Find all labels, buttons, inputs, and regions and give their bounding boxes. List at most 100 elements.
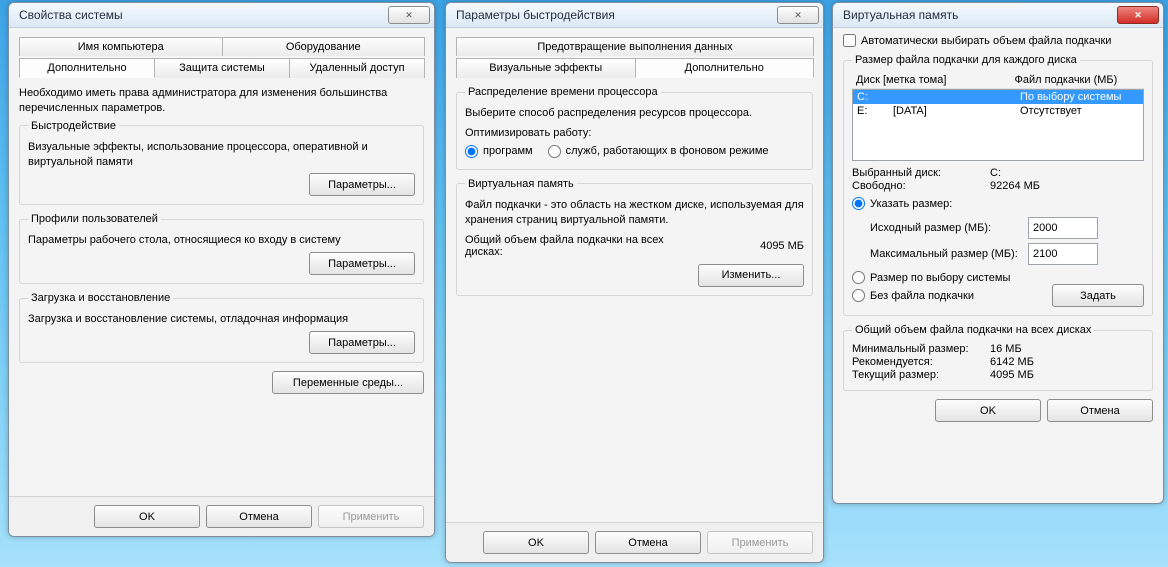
profiles-settings-button[interactable]: Параметры... (309, 252, 415, 275)
group-title: Размер файла подкачки для каждого диска (852, 54, 1080, 66)
optimize-label: Оптимизировать работу: (465, 127, 804, 139)
group-title: Общий объем файла подкачки на всех диска… (852, 324, 1094, 336)
cell-drive: C: (853, 90, 889, 104)
initial-size-label: Исходный размер (МБ): (870, 222, 1020, 234)
tab-advanced[interactable]: Дополнительно (19, 58, 155, 78)
free-space-label: Свободно: (852, 180, 982, 192)
no-paging-radio[interactable]: Без файла подкачки (852, 289, 974, 302)
max-size-input[interactable] (1028, 243, 1098, 265)
content: Предотвращение выполнения данных Визуаль… (446, 28, 823, 522)
per-drive-group: Размер файла подкачки для каждого диска … (843, 54, 1153, 316)
change-button[interactable]: Изменить... (698, 264, 804, 287)
group-desc: Параметры рабочего стола, относящиеся ко… (28, 233, 415, 248)
dialog-buttons: OK Отмена Применить (446, 522, 823, 562)
window-title: Виртуальная память (843, 8, 1113, 22)
close-icon[interactable]: ✕ (388, 6, 430, 24)
checkbox-input[interactable] (843, 34, 856, 47)
tabs: Имя компьютера Оборудование Дополнительн… (19, 34, 424, 78)
total-paging-label: Общий объем файла подкачки на всех диска… (465, 234, 685, 258)
cell-label: [DATA] (889, 104, 1016, 118)
tabs: Предотвращение выполнения данных Визуаль… (456, 34, 813, 78)
cell-pf: По выбору системы (1016, 90, 1143, 104)
rec-label: Рекомендуется: (852, 356, 982, 368)
tab-advanced[interactable]: Дополнительно (635, 58, 815, 78)
system-properties-window: Свойства системы ✕ Имя компьютера Оборуд… (8, 2, 435, 537)
min-value: 16 МБ (990, 343, 1022, 355)
titlebar: Виртуальная память ✕ (833, 3, 1163, 28)
auto-manage-checkbox[interactable]: Автоматически выбирать объем файла подка… (843, 34, 1111, 47)
initial-size-input[interactable] (1028, 217, 1098, 239)
selected-drive-value: C: (990, 167, 1001, 179)
radio-label: Без файла подкачки (870, 290, 974, 302)
optimize-programs-radio[interactable]: программ (465, 145, 533, 158)
list-header: Диск [метка тома] Файл подкачки (МБ) (852, 72, 1144, 89)
tab-dep[interactable]: Предотвращение выполнения данных (456, 37, 814, 56)
tab-hardware[interactable]: Оборудование (222, 37, 426, 56)
apply-button[interactable]: Применить (707, 531, 813, 554)
max-size-label: Максимальный размер (МБ): (870, 248, 1020, 260)
group-title: Профили пользователей (28, 213, 161, 225)
free-space-value: 92264 МБ (990, 180, 1040, 192)
total-paging-value: 4095 МБ (760, 240, 804, 252)
group-title: Виртуальная память (465, 178, 577, 190)
cancel-button[interactable]: Отмена (595, 531, 701, 554)
close-icon[interactable]: ✕ (1117, 6, 1159, 24)
titlebar: Параметры быстродействия ✕ (446, 3, 823, 28)
group-desc: Выберите способ распределения ресурсов п… (465, 106, 804, 121)
group-desc: Визуальные эффекты, использование процес… (28, 140, 415, 170)
titlebar: Свойства системы ✕ (9, 3, 434, 28)
group-title: Загрузка и восстановление (28, 292, 173, 304)
tab-remote[interactable]: Удаленный доступ (289, 58, 425, 78)
col-paging: Файл подкачки (МБ) (1011, 72, 1144, 88)
optimize-services-radio[interactable]: служб, работающих в фоновом режиме (548, 145, 769, 158)
cancel-button[interactable]: Отмена (1047, 399, 1153, 422)
radio-input[interactable] (548, 145, 561, 158)
startup-recovery-group: Загрузка и восстановление Загрузка и вос… (19, 292, 424, 363)
radio-input[interactable] (852, 197, 865, 210)
group-desc: Файл подкачки - это область на жестком д… (465, 198, 804, 228)
radio-input[interactable] (852, 289, 865, 302)
env-vars-button[interactable]: Переменные среды... (272, 371, 424, 394)
rec-value: 6142 МБ (990, 356, 1034, 368)
close-icon[interactable]: ✕ (777, 6, 819, 24)
tab-system-protection[interactable]: Защита системы (154, 58, 290, 78)
intro-text: Необходимо иметь права администратора дл… (19, 86, 424, 116)
dialog-buttons: OK Отмена Применить (9, 496, 434, 536)
group-desc: Загрузка и восстановление системы, отлад… (28, 312, 415, 327)
cell-pf: Отсутствует (1016, 104, 1143, 118)
system-managed-radio[interactable]: Размер по выбору системы (852, 271, 1132, 284)
radio-label: программ (483, 145, 533, 157)
checkbox-label: Автоматически выбирать объем файла подка… (861, 35, 1111, 47)
custom-size-radio[interactable]: Указать размер: (852, 197, 952, 210)
radio-input[interactable] (852, 271, 865, 284)
tab-visual-effects[interactable]: Визуальные эффекты (456, 58, 636, 78)
ok-button[interactable]: OK (94, 505, 200, 528)
radio-input[interactable] (465, 145, 478, 158)
cancel-button[interactable]: Отмена (206, 505, 312, 528)
totals-group: Общий объем файла подкачки на всех диска… (843, 324, 1153, 391)
cell-label (889, 90, 1016, 104)
group-title: Быстродействие (28, 120, 119, 132)
radio-label: Указать размер: (870, 198, 952, 210)
col-drive: Диск [метка тома] (852, 72, 1011, 88)
set-button[interactable]: Задать (1052, 284, 1144, 307)
tab-computer-name[interactable]: Имя компьютера (19, 37, 223, 56)
processor-scheduling-group: Распределение времени процессора Выберит… (456, 86, 813, 170)
ok-button[interactable]: OK (935, 399, 1041, 422)
radio-label: Размер по выбору системы (870, 272, 1010, 284)
cell-drive: E: (853, 104, 889, 118)
startup-settings-button[interactable]: Параметры... (309, 331, 415, 354)
list-row[interactable]: E: [DATA] Отсутствует (853, 104, 1143, 118)
selected-drive-label: Выбранный диск: (852, 167, 982, 179)
radio-label: служб, работающих в фоновом режиме (566, 145, 769, 157)
virtual-memory-group: Виртуальная память Файл подкачки - это о… (456, 178, 813, 296)
performance-settings-button[interactable]: Параметры... (309, 173, 415, 196)
cur-label: Текущий размер: (852, 369, 982, 381)
list-row[interactable]: C: По выбору системы (853, 90, 1143, 104)
content: Имя компьютера Оборудование Дополнительн… (9, 28, 434, 496)
apply-button[interactable]: Применить (318, 505, 424, 528)
ok-button[interactable]: OK (483, 531, 589, 554)
virtual-memory-window: Виртуальная память ✕ Автоматически выбир… (832, 2, 1164, 504)
performance-options-window: Параметры быстродействия ✕ Предотвращени… (445, 2, 824, 563)
drive-listbox[interactable]: C: По выбору системы E: [DATA] Отсутству… (852, 89, 1144, 161)
